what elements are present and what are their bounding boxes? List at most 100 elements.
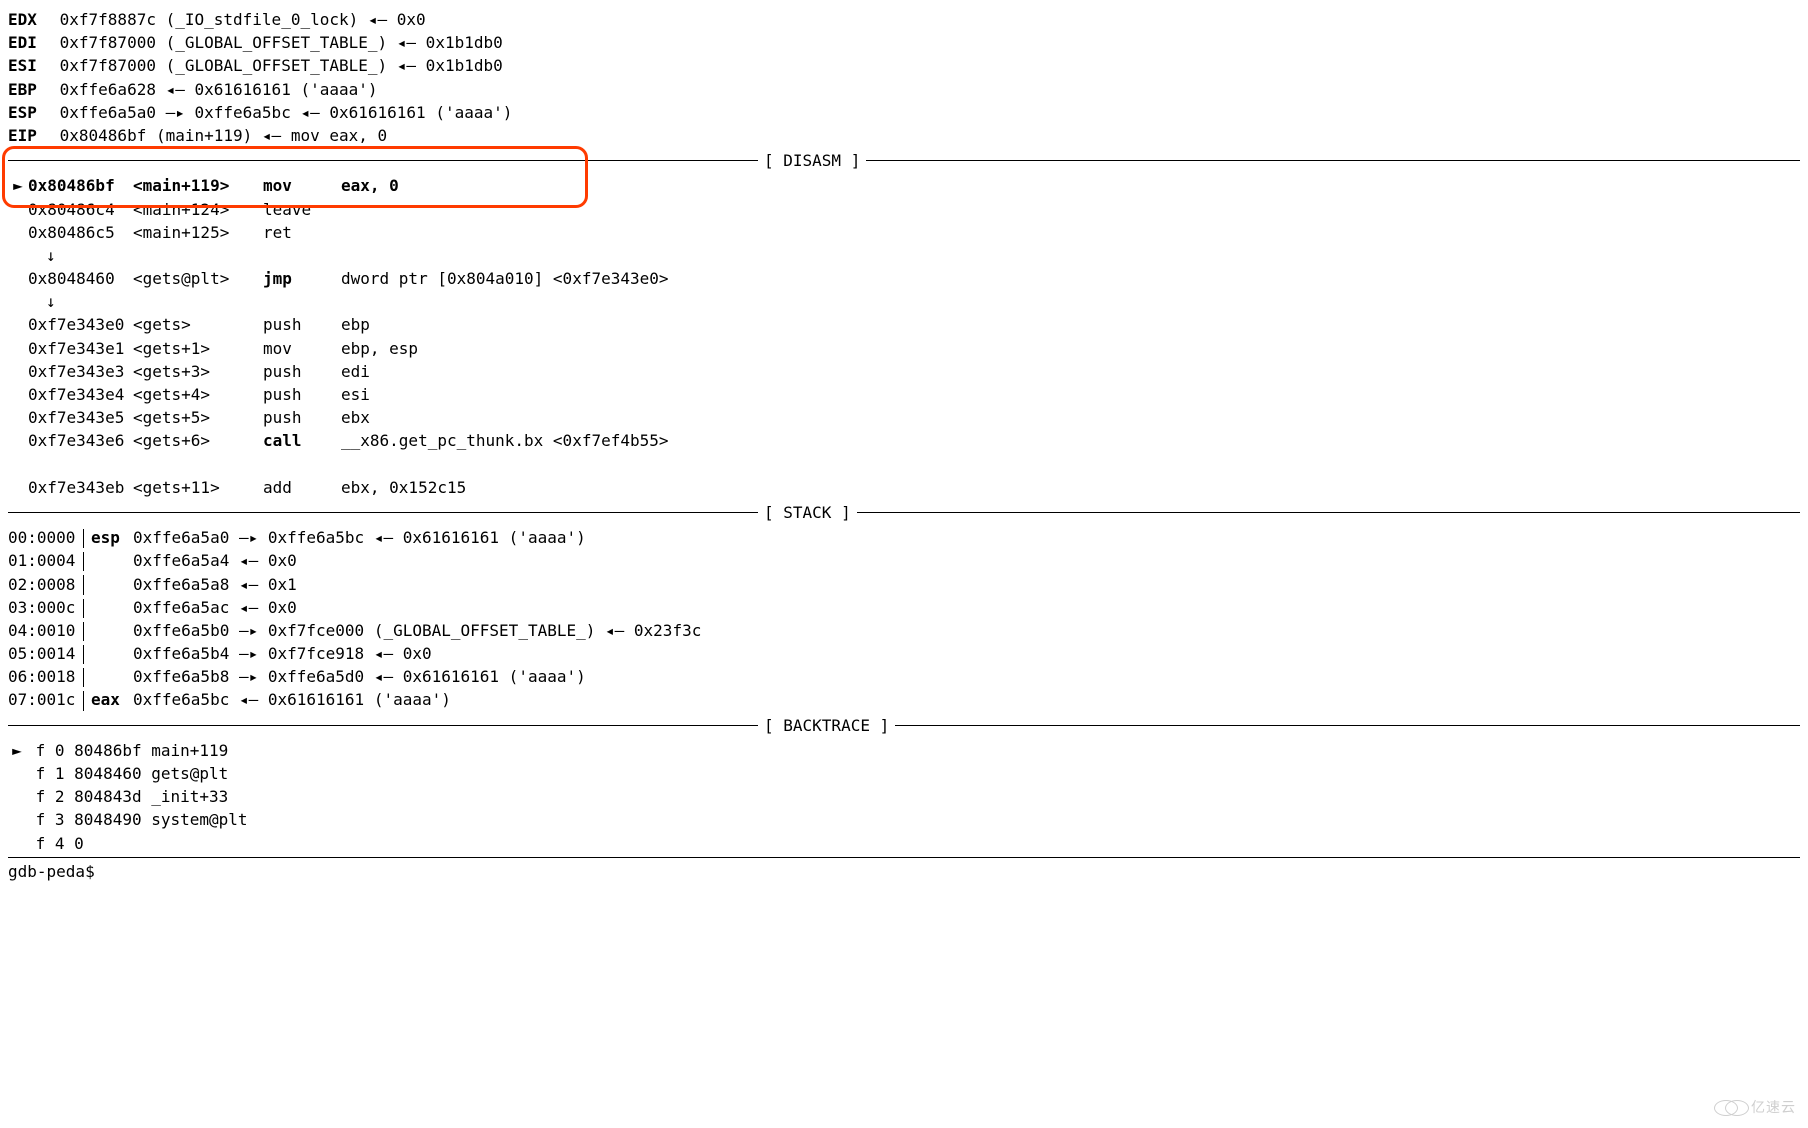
- prompt-text: gdb-peda$: [8, 862, 95, 881]
- stack-offset: 06:0018: [8, 665, 83, 688]
- registers-section: EDX 0xf7f8887c (_IO_stdfile_0_lock) ◂— 0…: [8, 8, 1800, 147]
- disasm-mnemonic: add: [263, 476, 341, 499]
- stack-offset: 02:0008: [8, 573, 83, 596]
- stack-separator: [83, 575, 85, 594]
- stack-section: 00:0000esp0xffe6a5a0 —▸ 0xffe6a5bc ◂— 0x…: [8, 526, 1800, 712]
- disasm-symbol: <gets>: [133, 313, 263, 336]
- backtrace-row: f 2 804843d _init+33: [8, 785, 1800, 808]
- register-name: EIP: [8, 124, 50, 147]
- stack-row: 02:00080xffe6a5a8 ◂— 0x1: [8, 573, 1800, 596]
- stack-separator: [83, 668, 85, 687]
- register-value: 0xffe6a5a0 —▸ 0xffe6a5bc ◂— 0x61616161 (…: [50, 103, 512, 122]
- disasm-section: ►0x80486bf<main+119>moveax, 00x80486c4<m…: [8, 174, 1800, 499]
- stack-value: 0xffe6a5a0 —▸ 0xffe6a5bc ◂— 0x61616161 (…: [133, 528, 586, 547]
- disasm-operands: esi: [341, 383, 370, 406]
- stack-separator: [83, 529, 85, 548]
- disasm-row: 0xf7e343eb<gets+11>addebx, 0x152c15: [8, 476, 1800, 499]
- backtrace-section: ► f 0 80486bf main+119 f 1 8048460 gets@…: [8, 739, 1800, 855]
- disasm-row: [8, 453, 1800, 476]
- disasm-mnemonic: push: [263, 360, 341, 383]
- disasm-symbol: <gets+4>: [133, 383, 263, 406]
- backtrace-frame: f 1 8048460 gets@plt: [26, 764, 228, 783]
- disasm-row: 0xf7e343e4<gets+4>pushesi: [8, 383, 1800, 406]
- disasm-mnemonic: jmp: [263, 267, 341, 290]
- backtrace-row: f 1 8048460 gets@plt: [8, 762, 1800, 785]
- disasm-operands: eax, 0: [341, 174, 399, 197]
- stack-value: 0xffe6a5ac ◂— 0x0: [133, 598, 297, 617]
- current-instruction-marker: [8, 313, 28, 336]
- disasm-address: 0xf7e343e3: [28, 360, 133, 383]
- stack-offset: 04:0010: [8, 619, 83, 642]
- disasm-address: 0x80486c5: [28, 221, 133, 244]
- register-name: ESI: [8, 54, 50, 77]
- current-instruction-marker: [8, 429, 28, 452]
- register-name: EDX: [8, 8, 50, 31]
- backtrace-frame: f 0 80486bf main+119: [26, 741, 228, 760]
- backtrace-frame: f 3 8048490 system@plt: [26, 810, 248, 829]
- disasm-row: ↓: [8, 290, 1800, 313]
- disasm-symbol: <gets+6>: [133, 429, 263, 452]
- disasm-symbol: <gets+1>: [133, 337, 263, 360]
- disasm-mnemonic: mov: [263, 337, 341, 360]
- backtrace-frame: f 2 804843d _init+33: [26, 787, 228, 806]
- section-label-stack: [ STACK ]: [758, 501, 857, 524]
- disasm-symbol: <main+124>: [133, 198, 263, 221]
- register-row: EDX 0xf7f8887c (_IO_stdfile_0_lock) ◂— 0…: [8, 8, 1800, 31]
- current-instruction-marker: [8, 383, 28, 406]
- disasm-row: 0xf7e343e3<gets+3>pushedi: [8, 360, 1800, 383]
- disasm-mnemonic: push: [263, 383, 341, 406]
- disasm-address: 0xf7e343e1: [28, 337, 133, 360]
- watermark-icon: [1714, 1100, 1738, 1116]
- stack-value: 0xffe6a5b8 —▸ 0xffe6a5d0 ◂— 0x61616161 (…: [133, 667, 586, 686]
- disasm-mnemonic: mov: [263, 174, 341, 197]
- register-row: EDI 0xf7f87000 (_GLOBAL_OFFSET_TABLE_) ◂…: [8, 31, 1800, 54]
- disasm-symbol: <gets+5>: [133, 406, 263, 429]
- register-row: EBP 0xffe6a628 ◂— 0x61616161 ('aaaa'): [8, 78, 1800, 101]
- disasm-symbol: <main+119>: [133, 174, 263, 197]
- backtrace-row: f 4 0: [8, 832, 1800, 855]
- current-instruction-marker: [8, 267, 28, 290]
- debugger-output: EDX 0xf7f8887c (_IO_stdfile_0_lock) ◂— 0…: [8, 8, 1800, 883]
- gdb-prompt[interactable]: gdb-peda$: [8, 860, 1800, 883]
- disasm-symbol: <gets+11>: [133, 476, 263, 499]
- section-header-disasm: [ DISASM ]: [8, 149, 1800, 172]
- disasm-row: 0xf7e343e5<gets+5>pushebx: [8, 406, 1800, 429]
- disasm-operands: edi: [341, 360, 370, 383]
- register-name: EDI: [8, 31, 50, 54]
- register-name: EBP: [8, 78, 50, 101]
- disasm-operands: ebp, esp: [341, 337, 418, 360]
- current-instruction-marker: [8, 476, 28, 499]
- stack-separator: [83, 691, 85, 710]
- section-header-backtrace: [ BACKTRACE ]: [8, 714, 1800, 737]
- disasm-symbol: <main+125>: [133, 221, 263, 244]
- disasm-row: 0x8048460<gets@plt>jmpdword ptr [0x804a0…: [8, 267, 1800, 290]
- disasm-operands: ebx: [341, 406, 370, 429]
- backtrace-frame: f 4 0: [26, 834, 84, 853]
- stack-offset: 03:000c: [8, 596, 83, 619]
- disasm-row: 0x80486c4<main+124>leave: [8, 198, 1800, 221]
- disasm-mnemonic: push: [263, 313, 341, 336]
- disasm-row: 0xf7e343e1<gets+1>movebp, esp: [8, 337, 1800, 360]
- register-row: EIP 0x80486bf (main+119) ◂— mov eax, 0: [8, 124, 1800, 147]
- current-instruction-marker: [8, 221, 28, 244]
- stack-row: 00:0000esp0xffe6a5a0 —▸ 0xffe6a5bc ◂— 0x…: [8, 526, 1800, 549]
- current-instruction-marker: [8, 198, 28, 221]
- disasm-mnemonic: call: [263, 429, 341, 452]
- stack-row: 03:000c 0xffe6a5ac ◂— 0x0: [8, 596, 1800, 619]
- section-header-stack: [ STACK ]: [8, 501, 1800, 524]
- stack-register: eax: [91, 688, 133, 711]
- disasm-address: 0x80486c4: [28, 198, 133, 221]
- register-value: 0xf7f87000 (_GLOBAL_OFFSET_TABLE_) ◂— 0x…: [50, 33, 503, 52]
- disasm-row: 0x80486c5<main+125>ret: [8, 221, 1800, 244]
- watermark-text: 亿速云: [1751, 1100, 1796, 1116]
- register-value: 0xffe6a628 ◂— 0x61616161 ('aaaa'): [50, 80, 378, 99]
- disasm-row: ►0x80486bf<main+119>moveax, 0: [8, 174, 1800, 197]
- stack-separator: [83, 552, 85, 571]
- register-name: ESP: [8, 101, 50, 124]
- disasm-symbol: <gets@plt>: [133, 267, 263, 290]
- disasm-address: 0xf7e343e6: [28, 429, 133, 452]
- disasm-address: 0x80486bf: [28, 174, 133, 197]
- stack-value: 0xffe6a5a4 ◂— 0x0: [133, 551, 297, 570]
- stack-row: 07:001ceax0xffe6a5bc ◂— 0x61616161 ('aaa…: [8, 688, 1800, 711]
- section-label-backtrace: [ BACKTRACE ]: [758, 714, 895, 737]
